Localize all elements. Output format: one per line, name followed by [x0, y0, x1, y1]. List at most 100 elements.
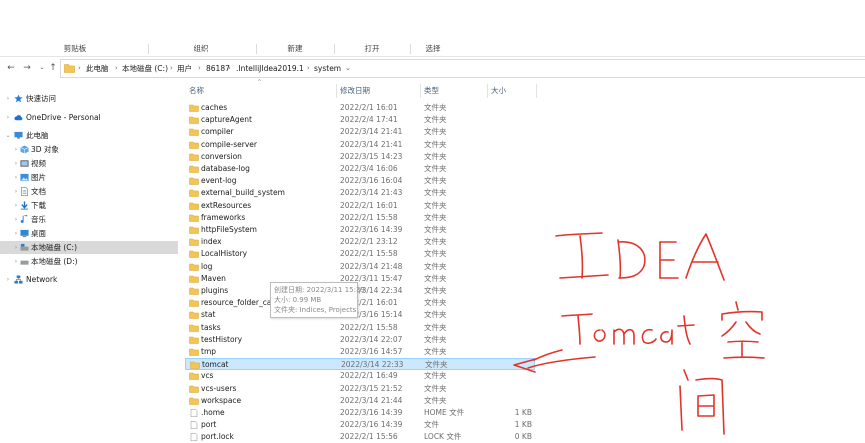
column-header-date[interactable]: 修改日期 — [340, 84, 370, 98]
file-row[interactable]: captureAgent 2022/2/4 17:41 文件夹 — [185, 114, 535, 126]
file-row[interactable]: LocalHistory 2022/2/1 15:58 文件夹 — [185, 248, 535, 260]
file-name: event-log — [201, 176, 237, 186]
chevron-right-icon[interactable]: › — [12, 143, 20, 156]
nav-item-local-disk-d[interactable]: › 本地磁盘 (D:) — [0, 255, 178, 268]
nav-item-desktop[interactable]: › 桌面 — [0, 227, 178, 240]
file-name: testHistory — [201, 334, 243, 344]
chevron-right-icon[interactable]: › — [12, 171, 20, 184]
file-type: 文件夹 — [424, 164, 447, 173]
chevron-right-icon[interactable]: › — [12, 157, 20, 170]
file-row[interactable]: log 2022/3/14 21:48 文件夹 — [185, 261, 535, 273]
chevron-right-icon[interactable]: › — [4, 273, 12, 286]
star-icon — [14, 94, 23, 103]
file-row[interactable]: compiler 2022/3/14 21:41 文件夹 — [185, 126, 535, 138]
file-row[interactable]: resource_folder_cache 2022/2/1 16:01 文件夹 — [185, 297, 535, 309]
file-name: compiler — [201, 127, 234, 137]
file-row[interactable]: port.lock 2022/2/1 15:56 LOCK 文件 0 KB — [185, 431, 535, 443]
chevron-right-icon[interactable]: › — [12, 185, 20, 198]
file-row[interactable]: httpFileSystem 2022/3/16 14:39 文件夹 — [185, 224, 535, 236]
file-row[interactable]: testHistory 2022/3/14 22:07 文件夹 — [185, 334, 535, 346]
file-row[interactable]: .home 2022/3/16 14:39 HOME 文件 1 KB — [185, 407, 535, 419]
folder-icon — [189, 141, 199, 149]
file-name: log — [201, 261, 213, 271]
breadcrumb-users[interactable]: 用户 — [177, 60, 192, 77]
column-divider[interactable] — [336, 84, 337, 98]
file-row[interactable]: conversion 2022/3/15 14:23 文件夹 — [185, 151, 535, 163]
address-bar[interactable]: › 此电脑 › 本地磁盘 (C:) › 用户 › 86187 › .Intell… — [60, 59, 865, 78]
file-row[interactable]: extResources 2022/2/1 16:01 文件夹 — [185, 200, 535, 212]
breadcrumb-system[interactable]: system — [314, 60, 341, 77]
back-button[interactable]: ← — [5, 61, 17, 75]
chevron-down-icon[interactable]: ⌄ — [345, 60, 351, 77]
file-row[interactable]: index 2022/2/1 23:12 文件夹 — [185, 236, 535, 248]
column-divider[interactable] — [536, 84, 537, 98]
file-row[interactable]: tomcat 2022/3/14 22:33 文件夹 — [185, 358, 535, 371]
forward-button[interactable]: → — [21, 61, 33, 75]
breadcrumb-local-disk-c[interactable]: 本地磁盘 (C:) — [122, 60, 168, 77]
music-icon — [20, 215, 28, 223]
nav-item-network[interactable]: › Network — [0, 273, 178, 286]
breadcrumb-user-folder[interactable]: 86187 — [206, 60, 230, 77]
ribbon-group-new: 新建 — [287, 44, 303, 53]
file-row[interactable]: Maven 2022/3/11 15:47 文件夹 — [185, 273, 535, 285]
nav-item-documents[interactable]: › 文档 — [0, 185, 178, 198]
chevron-right-icon[interactable]: › — [12, 199, 20, 212]
file-row[interactable]: compile-server 2022/3/14 21:41 文件夹 — [185, 139, 535, 151]
file-date: 2022/2/1 15:56 — [340, 432, 398, 442]
chevron-right-icon[interactable]: › — [12, 227, 20, 240]
nav-item-downloads[interactable]: › 下载 — [0, 199, 178, 212]
folder-icon — [189, 202, 199, 210]
folder-icon — [189, 336, 199, 344]
file-row[interactable]: external_build_system 2022/3/14 21:43 文件夹 — [185, 187, 535, 199]
file-name: caches — [201, 103, 228, 112]
column-header-size[interactable]: 大小 — [491, 84, 506, 98]
nav-label: 文档 — [31, 187, 46, 196]
chevron-down-icon[interactable]: ⌄ — [4, 129, 12, 142]
chevron-right-icon[interactable]: › — [12, 241, 20, 254]
file-row[interactable]: tasks 2022/2/1 15:58 文件夹 — [185, 322, 535, 334]
column-divider[interactable] — [420, 84, 421, 98]
file-type: LOCK 文件 — [424, 432, 462, 442]
breadcrumb-this-pc[interactable]: 此电脑 — [86, 60, 109, 77]
file-row[interactable]: vcs 2022/2/1 16:49 文件夹 — [185, 370, 535, 382]
file-type: 文件夹 — [424, 371, 447, 381]
nav-item-onedrive[interactable]: › OneDrive - Personal — [0, 111, 178, 124]
file-date: 2022/3/15 14:23 — [340, 151, 403, 161]
chevron-right-icon[interactable]: › — [12, 255, 20, 268]
up-button[interactable]: ↑ — [47, 61, 59, 75]
file-row[interactable]: tmp 2022/3/16 14:57 文件夹 — [185, 346, 535, 358]
nav-item-music[interactable]: › 音乐 — [0, 213, 178, 226]
nav-item-this-pc[interactable]: ⌄ 此电脑 — [0, 129, 178, 142]
drive-icon — [20, 243, 29, 251]
nav-item-pictures[interactable]: › 图片 — [0, 171, 178, 184]
file-row[interactable]: event-log 2022/3/16 16:04 文件夹 — [185, 175, 535, 187]
nav-label: 快速访问 — [26, 94, 56, 103]
chevron-right-icon[interactable]: › — [4, 92, 12, 105]
file-type: 文件夹 — [424, 261, 447, 271]
file-name: Maven — [201, 273, 226, 283]
file-type: 文件夹 — [424, 139, 447, 149]
file-name: plugins — [201, 286, 229, 295]
file-row[interactable]: port 2022/3/16 14:39 文件 1 KB — [185, 419, 535, 431]
file-row[interactable]: vcs-users 2022/3/15 21:52 文件夹 — [185, 383, 535, 395]
breadcrumb-idea-folder[interactable]: .IntelliJIdea2019.1 — [236, 60, 304, 77]
sort-ascending-icon: ^ — [257, 79, 263, 86]
file-row[interactable]: frameworks 2022/2/1 15:58 文件夹 — [185, 212, 535, 224]
file-row[interactable]: database-log 2022/3/4 16:06 文件夹 — [185, 163, 535, 175]
nav-item-local-disk-c[interactable]: › 本地磁盘 (C:) — [0, 241, 178, 254]
desktop-icon — [20, 229, 29, 238]
chevron-right-icon[interactable]: › — [12, 213, 20, 226]
column-header-name[interactable]: 名称 — [189, 84, 204, 98]
file-type: 文件夹 — [424, 298, 447, 308]
nav-item-videos[interactable]: › 视频 — [0, 157, 178, 170]
file-row[interactable]: workspace 2022/3/14 21:44 文件夹 — [185, 395, 535, 407]
file-row[interactable]: caches 2022/2/1 16:01 文件夹 — [185, 102, 535, 114]
nav-item-3d-objects[interactable]: › 3D 对象 — [0, 143, 178, 156]
chevron-right-icon[interactable]: › — [4, 111, 12, 124]
nav-item-quick-access[interactable]: › 快速访问 — [0, 92, 178, 105]
file-row[interactable]: stat 2022/3/16 15:14 文件夹 — [185, 309, 535, 321]
column-divider[interactable] — [487, 84, 488, 98]
file-name: LocalHistory — [201, 249, 248, 259]
column-header-type[interactable]: 类型 — [424, 84, 439, 98]
folder-icon — [190, 361, 200, 369]
